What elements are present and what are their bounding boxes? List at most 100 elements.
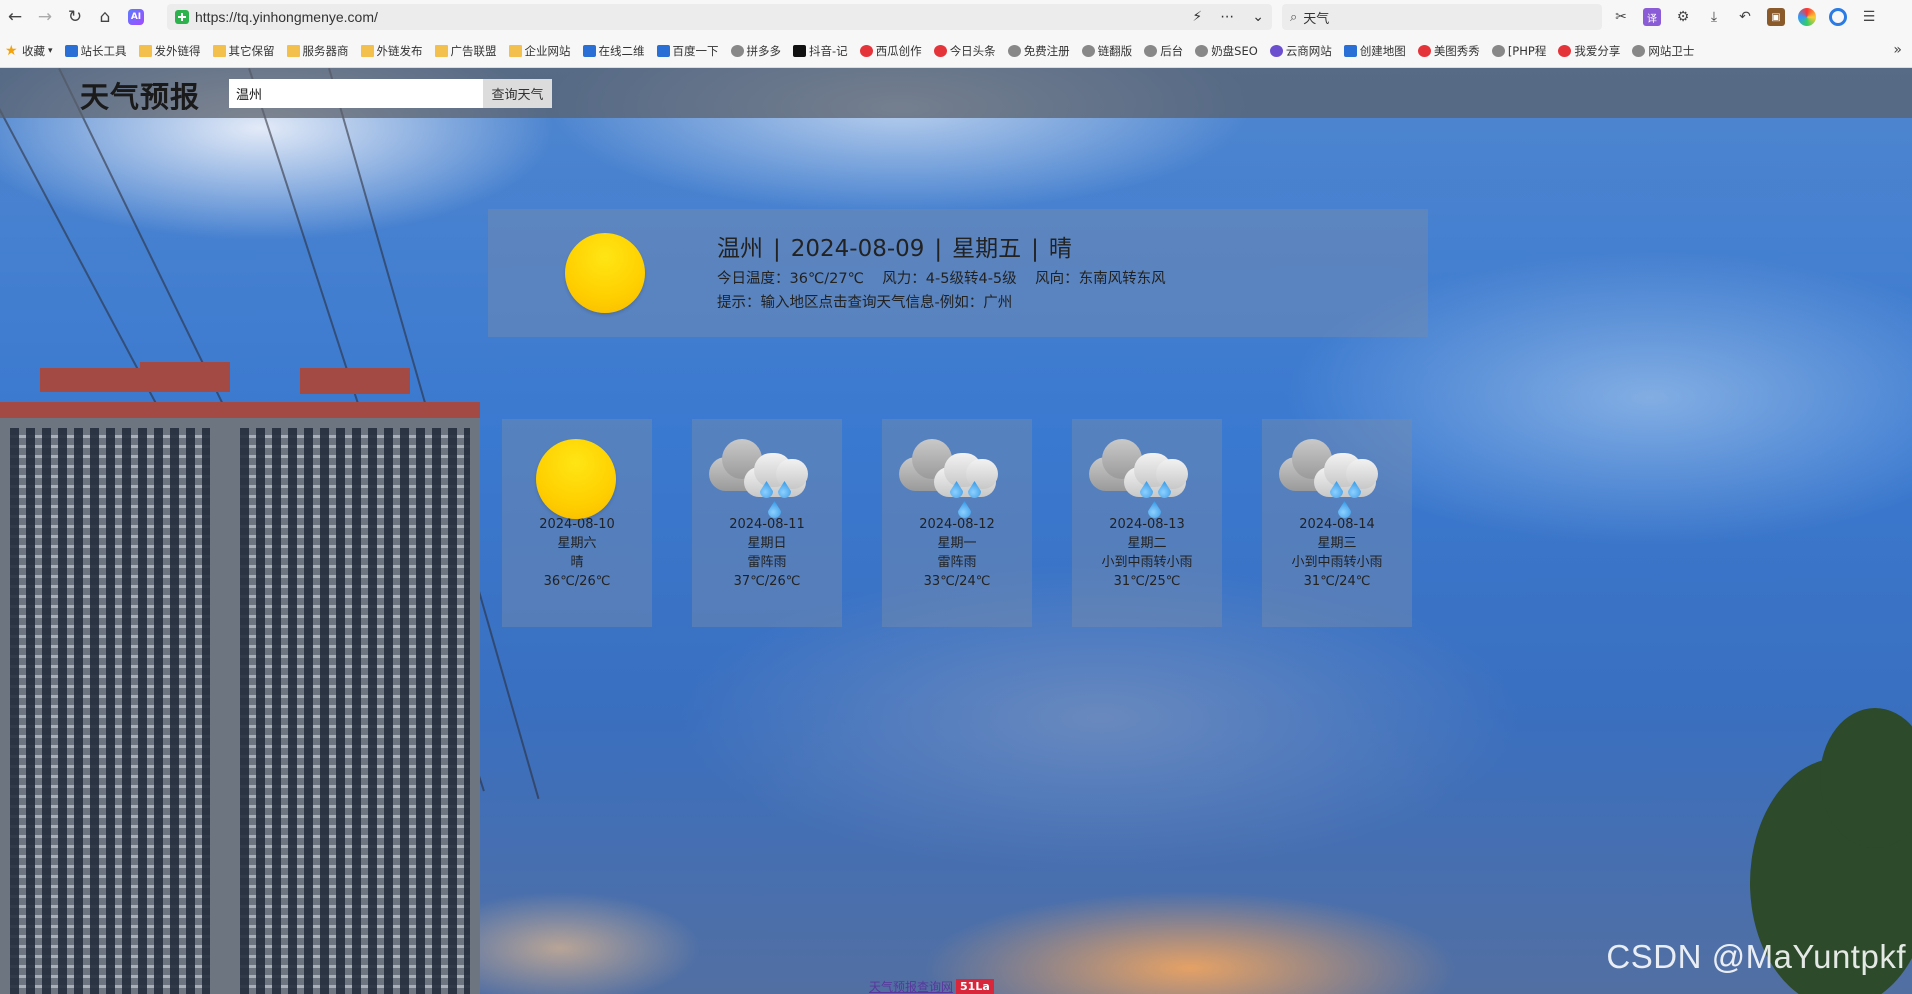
browser-search-box[interactable]: ⌕ 天气 (1282, 4, 1602, 30)
bookmark-item[interactable]: 广告联盟 (434, 43, 497, 59)
site-favicon-icon (64, 44, 78, 57)
bookmark-item[interactable]: 链翻版 (1081, 43, 1133, 59)
site-favicon-icon (1491, 44, 1505, 57)
bookmark-label: 站长工具 (80, 43, 127, 58)
site-favicon-icon (1343, 44, 1357, 57)
url-text[interactable]: https://tq.yinhongmenye.com/ (195, 9, 378, 25)
forecast-weekday: 星期日 (747, 536, 787, 551)
bookmark-item[interactable]: 拼多多 (730, 43, 782, 59)
forecast-date: 2024-08-14 (1299, 517, 1375, 532)
bookmark-item[interactable]: 企业网站 (508, 43, 571, 59)
more-dots-icon[interactable]: ⋯ (1220, 9, 1234, 25)
sun-icon (536, 439, 616, 519)
chevron-down-icon[interactable]: ⌄ (1252, 9, 1264, 25)
forecast-date: 2024-08-12 (919, 517, 995, 532)
bookmark-item[interactable]: 创建地图 (1343, 43, 1406, 59)
bookmark-item[interactable]: 外链发布 (360, 43, 423, 59)
bookmark-item[interactable]: 美图秀秀 (1417, 43, 1480, 59)
search-tip: 提示：输入地区点击查询天气信息-例如：广州 (717, 295, 1013, 311)
bookmark-label: 拼多多 (746, 43, 782, 58)
forecast-weekday: 星期六 (557, 536, 597, 551)
stats-badge[interactable]: 51La (956, 978, 994, 994)
back-icon[interactable]: ← (0, 0, 30, 34)
forward-icon[interactable]: → (30, 0, 60, 34)
bookmark-label: 云商网站 (1285, 43, 1332, 58)
bookmark-label: 西瓜创作 (875, 43, 922, 58)
bookmark-item[interactable]: 免费注册 (1007, 43, 1070, 59)
bookmark-label: 企业网站 (524, 43, 571, 58)
bookmark-item[interactable]: 网站卫士 (1632, 43, 1694, 59)
browser-search-text[interactable]: 天气 (1303, 8, 1329, 27)
footer-link[interactable]: 天气预报查询网 (869, 978, 953, 994)
bookmark-item[interactable]: 云商网站 (1269, 43, 1332, 59)
chevron-down-icon[interactable]: ▾ (48, 46, 53, 56)
site-favicon-icon (1417, 44, 1431, 57)
bookmark-item[interactable]: 后台 (1144, 43, 1183, 59)
bookmark-item[interactable]: 在线二维 (582, 43, 645, 59)
ai-assistant-icon[interactable]: AI (128, 9, 144, 25)
forecast-weather: 雷阵雨 (747, 555, 787, 570)
site-title: 天气预报 (80, 80, 201, 114)
edge-sync-icon[interactable] (1829, 8, 1847, 26)
bookmark-label: 我爱分享 (1574, 43, 1621, 58)
forecast-temp: 33℃/24℃ (923, 574, 991, 589)
forecast-weekday: 星期一 (937, 536, 977, 551)
site-favicon-icon (1081, 44, 1095, 57)
city-search-input[interactable] (229, 79, 483, 108)
bookmark-label: 在线二维 (598, 43, 645, 58)
bookmark-label: 链翻版 (1097, 43, 1133, 58)
colorful-app-icon[interactable] (1798, 8, 1816, 26)
apartment-building-image (0, 362, 480, 994)
site-favicon-icon (1269, 44, 1283, 57)
home-icon[interactable]: ⌂ (90, 0, 120, 34)
forecast-card: 2024-08-12 星期一 雷阵雨 33℃/24℃ (882, 419, 1032, 627)
bookmark-label: 外链发布 (376, 43, 423, 58)
translate-icon[interactable]: 译 (1643, 8, 1661, 26)
site-favicon-icon (1007, 44, 1021, 57)
address-bar[interactable]: https://tq.yinhongmenye.com/ ⚡ ⋯ ⌄ (167, 4, 1272, 30)
forecast-weather: 小到中雨转小雨 (1291, 555, 1383, 570)
menu-icon[interactable]: ☰ (1860, 8, 1878, 26)
bookmark-item[interactable]: 其它保留 (212, 43, 275, 59)
today-wind-direction: 东南风转东风 (1078, 271, 1166, 287)
site-favicon-icon (656, 44, 670, 57)
footer: 天气预报查询网 51La (869, 978, 994, 994)
bookmark-label: 今日头条 (949, 43, 996, 58)
bookmark-item[interactable]: [PHP程 (1491, 43, 1546, 59)
rain-cloud-icon (882, 419, 1032, 518)
site-favicon-icon (933, 44, 947, 57)
bookmark-label: 网站卫士 (1648, 43, 1695, 58)
query-weather-button[interactable]: 查询天气 (483, 79, 552, 108)
download-icon[interactable]: ⤓ (1705, 8, 1723, 26)
bookmark-item[interactable]: 西瓜创作 (859, 43, 922, 59)
forecast-weather: 晴 (570, 555, 584, 570)
bookmark-item[interactable]: 奶盘SEO (1195, 43, 1258, 59)
site-favicon-icon (859, 44, 873, 57)
bookmark-label: 美图秀秀 (1433, 43, 1480, 58)
secure-site-icon (175, 10, 189, 24)
site-favicon-icon (1558, 44, 1572, 57)
forecast-card: 2024-08-11 星期日 雷阵雨 37℃/26℃ (692, 419, 842, 627)
more-bookmarks-icon[interactable]: » (1893, 42, 1902, 58)
forecast-card: 2024-08-10 星期六晴 36℃/26℃ (502, 419, 652, 627)
folder-icon (138, 44, 152, 57)
bookmark-item[interactable]: 服务器商 (286, 43, 349, 59)
bookmark-item[interactable]: 站长工具 (64, 43, 127, 59)
site-favicon-icon (1195, 44, 1209, 57)
briefcase-icon[interactable]: ▣ (1767, 8, 1785, 26)
sun-icon (565, 233, 645, 313)
site-favicon-icon (730, 44, 744, 57)
reload-icon[interactable]: ↻ (60, 0, 90, 34)
bookmark-item[interactable]: 今日头条 (933, 43, 996, 59)
undo-icon[interactable]: ↶ (1736, 8, 1754, 26)
scissors-icon[interactable]: ✂ (1612, 8, 1630, 26)
bookmark-item[interactable]: ★ 收藏 ▾ (5, 43, 53, 59)
bookmark-item[interactable]: 抖音-记 (793, 43, 848, 59)
lightning-icon[interactable]: ⚡ (1192, 9, 1202, 25)
bookmark-item[interactable]: 发外链得 (138, 43, 201, 59)
bookmark-item[interactable]: 我爱分享 (1558, 43, 1620, 59)
rain-cloud-icon (1072, 419, 1222, 518)
bookmark-label: 广告联盟 (450, 43, 497, 58)
extensions-icon[interactable]: ⚙ (1674, 8, 1692, 26)
bookmark-item[interactable]: 百度一下 (656, 43, 719, 59)
